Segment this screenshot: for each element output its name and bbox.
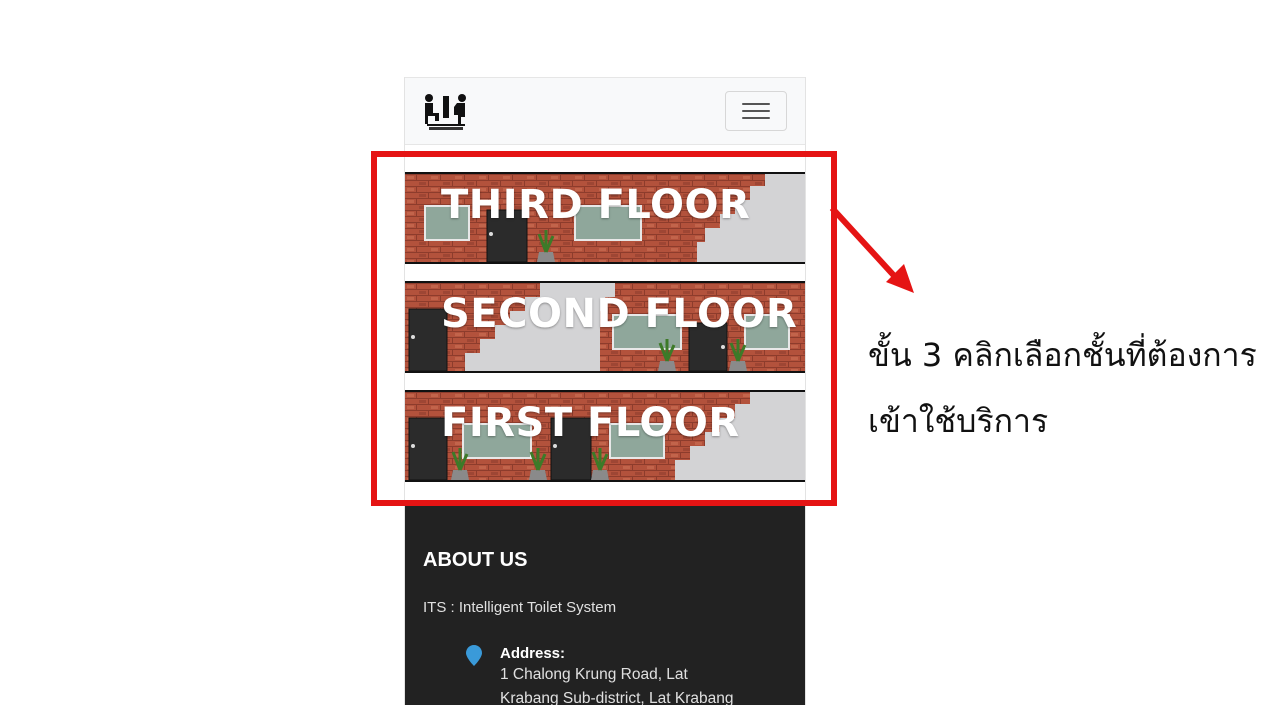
third-floor-label: THIRD FLOOR — [441, 182, 751, 228]
first-floor-label: FIRST FLOOR — [441, 400, 740, 446]
red-arrow-icon — [828, 200, 918, 305]
hamburger-menu-icon[interactable] — [725, 91, 787, 131]
location-pin-icon — [465, 645, 483, 667]
mobile-viewport: THIRD FLOOR SECOND FLOOR FIRST FLOOR ABO… — [404, 77, 806, 705]
address-line-1: 1 Chalong Krung Road, Lat — [500, 666, 688, 683]
address-line-2: Krabang Sub-district, Lat Krabang — [500, 690, 734, 705]
instruction-line-1: ขั้น 3 คลิกเลือกชั้นที่ต้องการ — [868, 336, 1257, 374]
second-floor-button[interactable]: SECOND FLOOR — [405, 281, 805, 373]
floor-list: THIRD FLOOR SECOND FLOOR FIRST FLOOR — [405, 172, 805, 590]
about-us-title: ABOUT US — [423, 549, 528, 571]
second-floor-label: SECOND FLOOR — [441, 291, 798, 337]
toilet-system-logo-icon[interactable] — [421, 90, 471, 132]
first-floor-button[interactable]: FIRST FLOOR — [405, 390, 805, 482]
about-us-description: ITS : Intelligent Toilet System — [423, 599, 617, 616]
address-label: Address: — [500, 645, 566, 662]
third-floor-button[interactable]: THIRD FLOOR — [405, 172, 805, 264]
instruction-line-2: เข้าใช้บริการ — [868, 402, 1049, 440]
footer: ABOUT US ITS : Intelligent Toilet System… — [405, 503, 805, 705]
navbar — [405, 77, 805, 145]
